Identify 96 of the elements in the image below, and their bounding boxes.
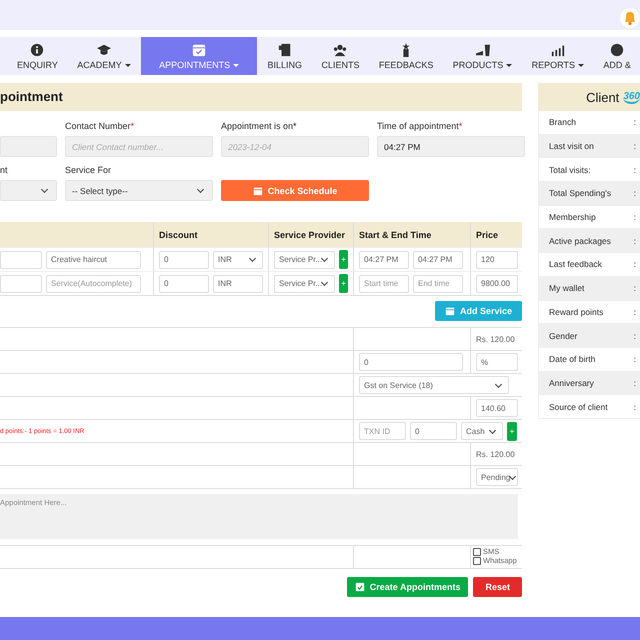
calendar-check-icon (354, 582, 365, 592)
separator-text: : (634, 402, 636, 412)
form-title: pointment (0, 83, 522, 111)
separator-text: : (634, 117, 636, 128)
separator-text: : (634, 188, 636, 198)
calendar-icon (444, 306, 455, 316)
end-time-field[interactable]: 04:27 PM (413, 250, 463, 268)
bottles-icon (476, 42, 490, 56)
discount-field[interactable]: 0 (359, 353, 463, 371)
price-field[interactable]: 9800.00 (476, 274, 518, 292)
price-field[interactable]: 120 (476, 250, 518, 268)
tax-select[interactable]: Gst on Service (18) (359, 376, 509, 394)
field-label: Contact Number* (65, 121, 136, 132)
input-field[interactable]: 04:27 PM (377, 136, 525, 157)
nav-tab[interactable]: APPOINTMENTS (141, 37, 258, 75)
nav-tab[interactable]: BILLING (258, 37, 312, 75)
status-select[interactable]: Pending (476, 468, 518, 486)
bar-chart-icon (550, 42, 565, 56)
input-field[interactable]: Client Contact number... (65, 136, 213, 157)
info-icon (30, 42, 44, 56)
input-field[interactable] (0, 274, 42, 292)
field-label: Service For (65, 165, 112, 176)
total-field[interactable]: 140.60 (476, 399, 518, 417)
info-label: Reward points (549, 306, 604, 317)
currency-select[interactable]: INR (213, 274, 263, 292)
create-appointments-button[interactable]: Create Appointments (346, 577, 468, 597)
panel-title: Client (586, 90, 620, 104)
discount-field[interactable]: 0 (159, 250, 209, 268)
info-label: Last visit on (549, 141, 594, 152)
graduation-cap-icon (96, 42, 111, 56)
nav-tab[interactable]: PRODUCTS (444, 37, 522, 75)
amount-text: Rs. 120.00 (476, 334, 515, 344)
start-time-field[interactable]: Start time (359, 274, 409, 292)
people-icon (333, 42, 348, 56)
input-field[interactable] (0, 136, 57, 157)
add-button[interactable]: + (339, 274, 348, 293)
input-field[interactable]: 2023-12-04 (221, 136, 369, 157)
info-label: Last feedback (549, 259, 602, 270)
payment-method-select[interactable]: Cash (461, 422, 503, 440)
column-header: Discount (153, 222, 268, 247)
column-header: Service Provider (268, 222, 353, 247)
field-label: Time of appointment* (377, 121, 464, 132)
separator-text: : (634, 283, 636, 294)
nav-tab[interactable]: ADD & (594, 37, 640, 75)
amount-text: Rs. 120.00 (476, 450, 515, 458)
circle-icon (610, 42, 624, 56)
add-button[interactable]: + (506, 422, 517, 440)
receipt-icon (278, 42, 292, 56)
info-label: Date of birth (549, 354, 596, 364)
separator-text: : (634, 236, 636, 246)
end-time-field[interactable]: End time (413, 274, 463, 292)
info-label: Active packages (549, 236, 611, 246)
input-field[interactable] (0, 250, 42, 268)
provider-select[interactable]: Service Pr... (274, 250, 336, 268)
bell-icon[interactable] (620, 8, 640, 28)
info-label: Branch (549, 117, 576, 128)
nav-tab[interactable]: FEEDBACKS (370, 37, 442, 75)
nav-tab[interactable]: REPORTS (522, 37, 594, 75)
separator-text: : (634, 212, 636, 222)
nav-tab[interactable]: ENQUIRY (8, 37, 67, 75)
info-label: Source of client (549, 402, 608, 412)
column-header: Start & End Time (353, 222, 470, 247)
separator-text: : (634, 330, 636, 341)
reset-button[interactable]: Reset (473, 577, 522, 597)
separator-text: : (634, 378, 636, 388)
select-field[interactable]: -- Select type-- (65, 180, 213, 201)
service-field[interactable]: Creative haircut (46, 250, 141, 268)
info-label: Membership (549, 212, 596, 222)
select-field[interactable] (0, 180, 57, 201)
field-label: nt (0, 165, 9, 176)
service-field[interactable]: Service(Autocomplete) (46, 274, 141, 292)
info-label: Anniversary (549, 378, 594, 388)
info-label: Gender (549, 330, 578, 341)
separator-text: : (634, 164, 636, 175)
unit-field[interactable]: % (476, 353, 518, 371)
info-label: Total visits: (549, 164, 591, 175)
calendar-icon (192, 42, 206, 56)
amount-field[interactable]: 0 (410, 422, 457, 440)
currency-select[interactable]: INR (213, 250, 263, 268)
start-time-field[interactable]: 04:27 PM (359, 250, 409, 268)
nav-tab[interactable]: ACADEMY (68, 37, 140, 75)
field-label: Appointment is on* (221, 121, 298, 132)
info-label: Total Spending's (549, 188, 612, 198)
logo-text: 360 (623, 90, 640, 104)
txn-id-field[interactable]: TXN ID (359, 422, 406, 440)
provider-select[interactable]: Service Pr... (274, 274, 336, 292)
add-button[interactable]: + (339, 250, 348, 269)
nav-tab[interactable]: CLIENTS (312, 37, 368, 75)
separator-text: : (634, 259, 636, 270)
info-label: My wallet (549, 283, 584, 294)
discount-field[interactable]: 0 (159, 274, 209, 292)
separator-text: : (634, 141, 636, 152)
column-header: Price (470, 222, 522, 247)
calendar-icon (252, 186, 263, 196)
separator-text: : (634, 354, 636, 364)
separator-text: : (634, 306, 636, 317)
